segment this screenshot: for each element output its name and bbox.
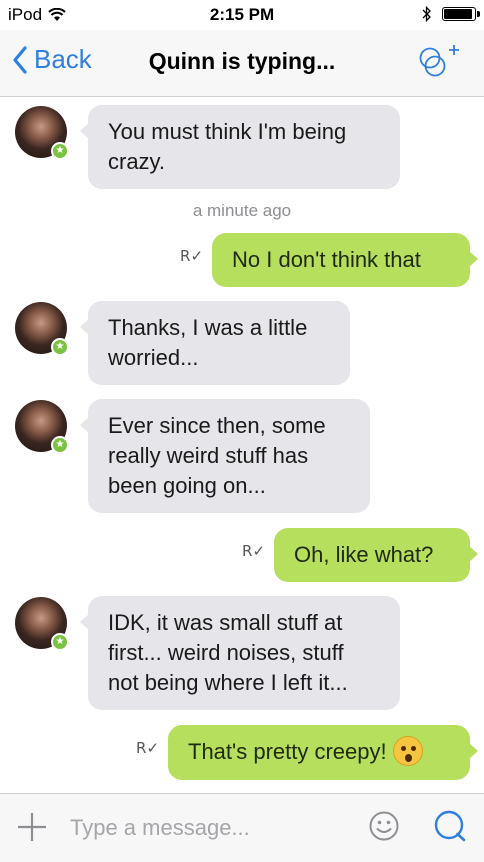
read-receipt-icon: R✓ [242, 542, 266, 560]
message-text: No I don't think that [232, 247, 421, 272]
group-chat-button[interactable] [416, 42, 464, 82]
incoming-message[interactable]: IDK, it was small stuff at first... weir… [80, 596, 400, 710]
message-input[interactable] [68, 808, 352, 848]
message-text: You must think I'm being crazy. [108, 119, 347, 174]
outgoing-message[interactable]: That's pretty creepy! [168, 725, 478, 781]
outgoing-message[interactable]: Oh, like what? [274, 528, 478, 582]
read-receipt-icon: R✓ [180, 247, 204, 265]
contact-avatar[interactable]: ★ [15, 302, 69, 356]
message-text: Ever since then, some really weird stuff… [108, 413, 326, 498]
read-receipt-label: R [136, 739, 147, 757]
emoji-button[interactable] [368, 810, 400, 842]
online-badge-icon: ★ [51, 633, 69, 651]
battery-fill [444, 9, 473, 19]
status-right [422, 5, 480, 23]
message-text: Thanks, I was a little worried... [108, 315, 308, 370]
nav-bar: Back Quinn is typing... [0, 30, 484, 97]
contact-avatar[interactable]: ★ [15, 106, 69, 160]
outgoing-message[interactable]: No I don't think that [212, 233, 478, 287]
status-bar: iPod 2:15 PM [0, 0, 484, 30]
page-title: Quinn is typing... [148, 48, 336, 74]
status-time: 2:15 PM [209, 5, 275, 24]
online-badge-icon: ★ [51, 142, 69, 160]
message-timestamp: a minute ago [192, 201, 292, 220]
online-badge-icon: ★ [51, 436, 69, 454]
read-receipt-label: R [180, 247, 191, 265]
message-text: IDK, it was small stuff at first... weir… [108, 610, 348, 695]
incoming-message[interactable]: You must think I'm being crazy. [80, 105, 400, 189]
bluetooth-icon [422, 5, 431, 23]
contact-avatar[interactable]: ★ [15, 400, 69, 454]
online-badge-icon: ★ [51, 338, 69, 356]
attach-button[interactable] [16, 811, 48, 843]
composer-bar [0, 793, 484, 862]
chat-bubble-send-icon [434, 810, 466, 842]
battery-icon [442, 7, 480, 21]
read-receipt-label: R [242, 542, 253, 560]
send-button[interactable] [432, 808, 468, 844]
plus-icon [18, 813, 46, 841]
incoming-message[interactable]: Ever since then, some really weird stuff… [80, 399, 370, 513]
contact-avatar[interactable]: ★ [15, 597, 69, 651]
incoming-message[interactable]: Thanks, I was a little worried... [80, 301, 350, 385]
astonished-face-emoji-icon [392, 736, 423, 767]
group-chat-plus-icon [419, 45, 459, 77]
smiley-icon [369, 811, 399, 841]
message-text: That's pretty creepy! [188, 739, 387, 764]
read-receipt-icon: R✓ [136, 739, 160, 757]
message-text: Oh, like what? [294, 542, 434, 567]
message-list[interactable]: ★ You must think I'm being crazy. a minu… [0, 97, 484, 793]
